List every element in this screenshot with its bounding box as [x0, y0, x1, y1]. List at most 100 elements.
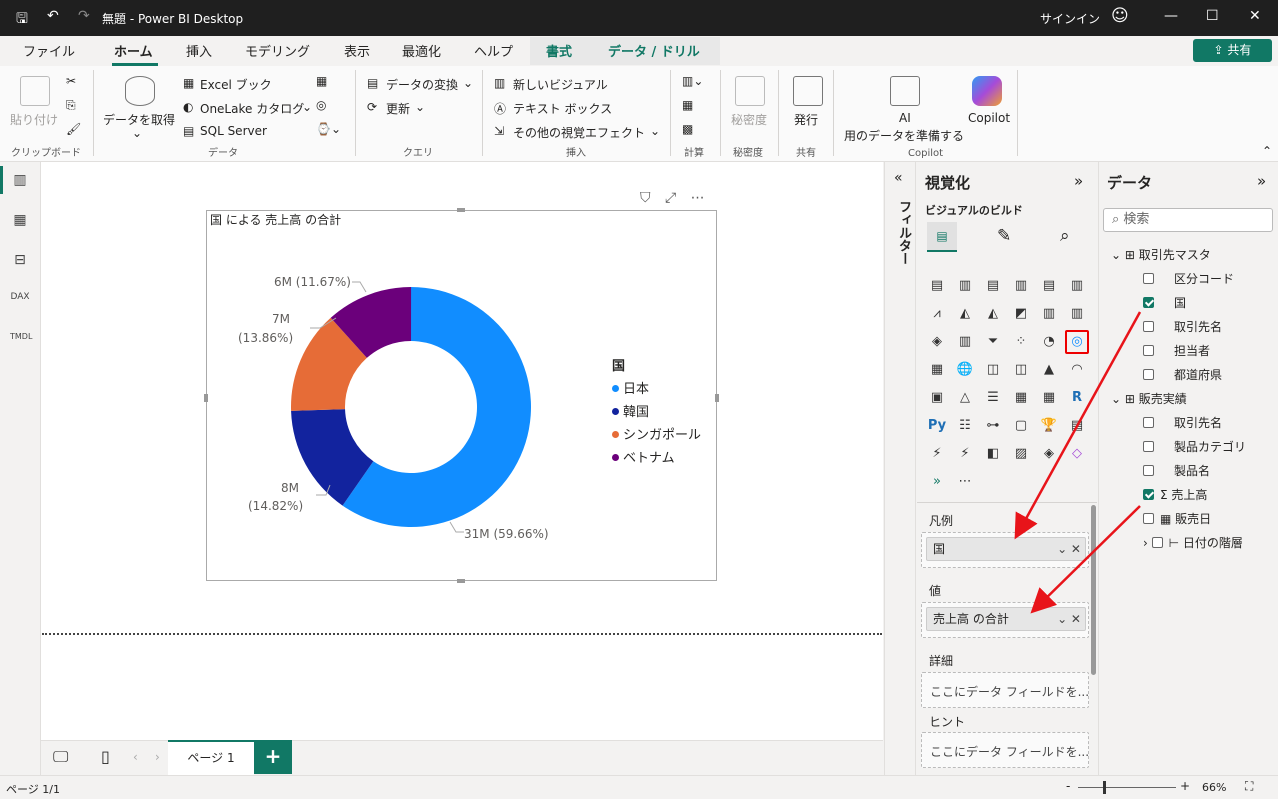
calculator-icon[interactable]: ▩ [682, 122, 693, 136]
next-page-icon[interactable]: › [155, 750, 160, 764]
more-visuals-icon[interactable]: ⋯ [953, 470, 977, 494]
field-item[interactable]: 取引先名 [1143, 414, 1222, 431]
build-visual-icon[interactable]: ▤ [927, 222, 957, 252]
table-view-icon[interactable]: ▦ [10, 212, 30, 230]
publish-button[interactable]: 発行 [794, 111, 818, 128]
resize-handle[interactable] [204, 394, 208, 402]
focus-mode-icon[interactable]: ⤢ [665, 190, 676, 206]
more-options-icon[interactable]: ⋯ [691, 190, 705, 206]
resize-handle[interactable] [457, 208, 465, 212]
100-column-icon[interactable]: ▥ [1065, 274, 1089, 298]
zoom-level[interactable]: 66% [1202, 781, 1226, 794]
custom-visual-icon[interactable]: ◇ [1065, 442, 1089, 466]
field-checkbox[interactable] [1143, 465, 1154, 476]
date-hierarchy-item[interactable]: › ⊢ 日付の階層 [1143, 534, 1243, 551]
matrix-icon[interactable]: ▦ [1037, 386, 1061, 410]
table-icon[interactable]: ▦ [1009, 386, 1033, 410]
text-box-button[interactable]: テキスト ボックス [513, 100, 612, 117]
stacked-bar-icon[interactable]: ▤ [925, 274, 949, 298]
power-apps-icon[interactable]: ⚡ [953, 442, 977, 466]
expand-icon[interactable]: « [894, 170, 903, 186]
slicer-icon[interactable]: ☰ [981, 386, 1005, 410]
paste-button[interactable]: 貼り付け [10, 111, 58, 128]
field-checkbox[interactable] [1143, 369, 1154, 380]
tab-view[interactable]: 表示 [344, 41, 370, 60]
collapse-icon[interactable]: » [1257, 172, 1266, 190]
refresh-button[interactable]: 更新 [386, 100, 410, 117]
field-checkbox[interactable] [1143, 513, 1154, 524]
pill-controls[interactable]: ⌄ ✕ [1057, 538, 1081, 560]
field-item[interactable]: Σ 売上高 [1143, 486, 1207, 503]
azure-map-icon[interactable]: ▲ [1037, 358, 1061, 382]
legend-item[interactable]: 韓国 [612, 401, 701, 420]
pie-chart-icon[interactable]: ◔ [1037, 330, 1061, 354]
field-item[interactable]: 国 [1143, 294, 1186, 311]
line-clustered-icon[interactable]: ▥ [1065, 302, 1089, 326]
field-item[interactable]: ▦ 販売日 [1143, 510, 1211, 527]
redo-icon[interactable]: ↷ [78, 8, 90, 24]
enter-data-icon[interactable]: ▦ [316, 74, 327, 88]
line-column-icon[interactable]: ▥ [1037, 302, 1061, 326]
chevron-down-icon[interactable]: ⌄ [132, 126, 142, 140]
resize-handle[interactable] [457, 579, 465, 583]
transform-data-button[interactable]: データの変換 [386, 76, 458, 93]
field-item[interactable]: 都道府県 [1143, 366, 1222, 383]
collapse-ribbon-icon[interactable]: ⌃ [1262, 144, 1272, 158]
resize-handle[interactable] [715, 394, 719, 402]
kpi-icon[interactable]: △ [953, 386, 977, 410]
metrics-icon[interactable]: ⚡ [925, 442, 949, 466]
power-automate-icon[interactable]: ◧ [981, 442, 1005, 466]
scatter-icon[interactable]: ⁘ [1009, 330, 1033, 354]
desktop-layout-icon[interactable]: 🖵 [53, 747, 68, 767]
line-chart-icon[interactable]: ⩘ [925, 302, 949, 326]
undo-icon[interactable]: ↶ [47, 8, 59, 24]
recent-sources-icon[interactable]: ⌚⌄ [316, 122, 341, 136]
model-view-icon[interactable]: ⊟ [10, 252, 30, 270]
signin-link[interactable]: サインイン [1040, 10, 1100, 27]
area-chart-icon[interactable]: ◭ [953, 302, 977, 326]
cut-icon[interactable]: ✂ [66, 74, 76, 88]
100-area-icon[interactable]: ◩ [1009, 302, 1033, 326]
sql-server-button[interactable]: SQL Server [200, 124, 267, 138]
clustered-column-icon[interactable]: ▥ [1009, 274, 1033, 298]
collapse-icon[interactable]: » [1074, 172, 1083, 190]
field-item[interactable]: 取引先名 [1143, 318, 1222, 335]
legend-item[interactable]: 日本 [612, 378, 701, 397]
filter-icon[interactable]: ⛉ [640, 190, 651, 206]
tab-file[interactable]: ファイル [23, 41, 75, 60]
chevron-down-icon[interactable]: ⌄ [302, 100, 312, 114]
onelake-catalog-button[interactable]: OneLake カタログ [200, 100, 304, 117]
fit-to-page-icon[interactable]: ⛶ [1245, 779, 1253, 794]
field-item[interactable]: 区分コード [1143, 270, 1234, 287]
funnel-icon[interactable]: ⏷ [981, 330, 1005, 354]
copy-icon[interactable]: ⎘ [66, 98, 76, 113]
close-icon[interactable]: ✕ [1249, 8, 1261, 24]
field-checkbox[interactable] [1143, 273, 1154, 284]
tab-format[interactable]: 書式 [546, 41, 572, 60]
zoom-in-icon[interactable]: + [1180, 779, 1190, 793]
field-checkbox[interactable] [1143, 321, 1154, 332]
chevron-right-icon[interactable]: › [1143, 536, 1148, 550]
mobile-layout-icon[interactable]: ▯ [101, 747, 110, 766]
stacked-column-icon[interactable]: ▥ [953, 274, 977, 298]
table-node[interactable]: ⌄ ⊞ 取引先マスタ [1111, 246, 1211, 263]
field-item[interactable]: 製品名 [1143, 462, 1210, 479]
zoom-thumb[interactable] [1103, 781, 1106, 794]
field-checkbox[interactable] [1143, 417, 1154, 428]
tab-home[interactable]: ホーム [114, 41, 153, 60]
analytics-icon[interactable]: ⌕ [1060, 226, 1070, 246]
account-icon[interactable]: ☺ [1111, 6, 1129, 26]
more-visuals-button[interactable]: その他の視覚エフェクト [513, 124, 645, 141]
legend-well[interactable]: 国 ⌄ ✕ [921, 532, 1089, 568]
filled-map-icon[interactable]: ◫ [981, 358, 1005, 382]
table-node[interactable]: ⌄ ⊞ 販売実績 [1111, 390, 1187, 407]
r-visual-icon[interactable]: R [1065, 386, 1089, 410]
quick-measure-icon[interactable]: ▦ [682, 98, 693, 112]
card-icon[interactable]: ▣ [925, 386, 949, 410]
report-view-icon[interactable]: ▥ [10, 172, 30, 190]
format-visual-icon[interactable]: ✎ [997, 226, 1011, 246]
tab-modeling[interactable]: モデリング [245, 41, 310, 60]
maximize-icon[interactable]: ☐ [1206, 8, 1219, 24]
paginated-report-icon[interactable]: ▤ [1065, 414, 1089, 438]
ribbon-chart-icon[interactable]: ◈ [925, 330, 949, 354]
